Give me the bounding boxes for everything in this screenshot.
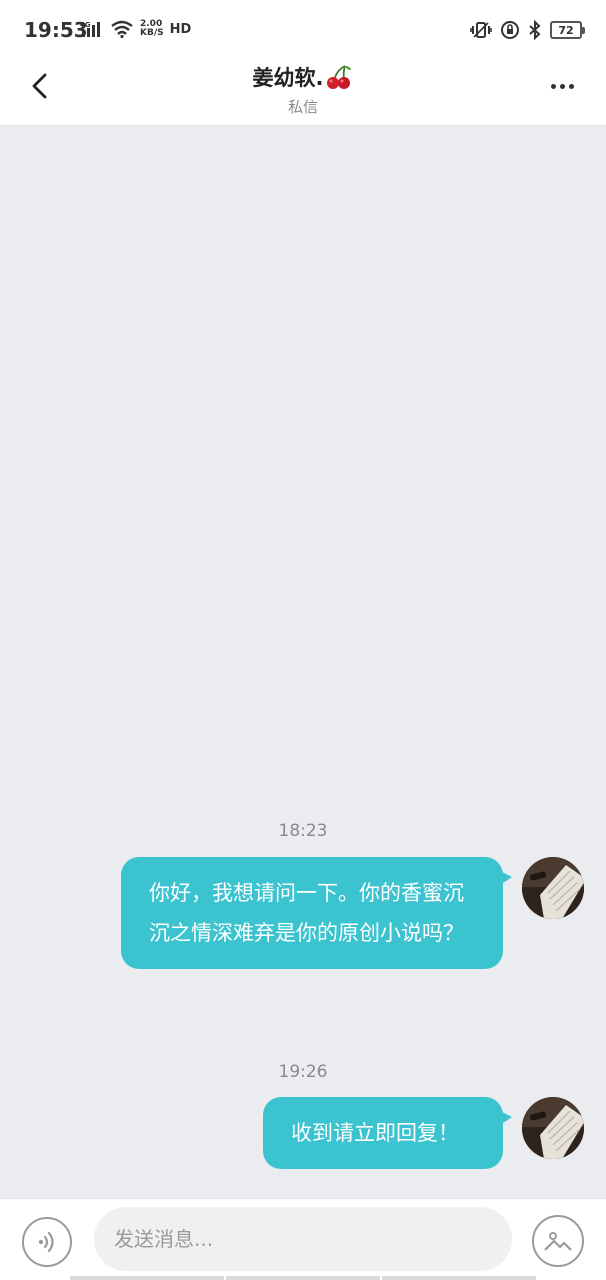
- message-text: 你好，我想请问一下。你的香蜜沉沉之情深难弃是你的原创小说吗？: [149, 881, 464, 945]
- keyboard-hint-bar: [70, 1276, 536, 1280]
- network-speed: 2.00 KB/S: [140, 20, 164, 38]
- more-button[interactable]: [542, 66, 582, 106]
- chat-subtitle: 私信: [287, 98, 318, 116]
- hint-segment: [382, 1276, 536, 1280]
- message-bubble-outgoing[interactable]: 收到请立即回复！: [263, 1097, 512, 1169]
- avatar-image: [522, 1097, 584, 1159]
- message-list[interactable]: 18:23 你好，我想请问一下。你的香蜜沉沉之情深难弃是你的原创小说吗？ 19:…: [0, 127, 606, 1197]
- chat-title-text: 姜幼软.: [252, 66, 324, 90]
- battery-icon: 72: [550, 21, 585, 39]
- chat-header: 姜幼软. 私信: [0, 62, 606, 126]
- more-dot: [568, 83, 574, 89]
- title-wrap: 姜幼软. 私信: [0, 62, 606, 117]
- speed-unit: KB/S: [140, 28, 164, 38]
- voice-icon: [38, 1231, 54, 1253]
- status-time: 19:53: [24, 18, 88, 42]
- svg-text:4G: 4G: [80, 21, 91, 29]
- chat-title: 姜幼软.: [253, 62, 354, 92]
- more-dot: [559, 83, 565, 89]
- input-bar: [0, 1198, 606, 1280]
- avatar[interactable]: [522, 857, 584, 919]
- image-button[interactable]: [532, 1215, 584, 1267]
- message-input[interactable]: [94, 1207, 512, 1271]
- signal-icon: 4G: [80, 21, 100, 37]
- message-bubble-outgoing[interactable]: 你好，我想请问一下。你的香蜜沉沉之情深难弃是你的原创小说吗？: [121, 857, 512, 969]
- message-timestamp: 18:23: [278, 821, 328, 841]
- vibrate-icon: [470, 22, 492, 38]
- hint-segment: [226, 1276, 380, 1280]
- more-dot: [550, 83, 556, 89]
- hd-label: HD: [169, 21, 192, 37]
- voice-button[interactable]: [22, 1217, 72, 1267]
- rotation-lock-icon: [501, 21, 519, 39]
- image-icon: [544, 1232, 572, 1251]
- status-left-icons: 4G 2.00 KB/S HD: [80, 20, 191, 38]
- message-timestamp: 19:26: [278, 1062, 328, 1082]
- hint-segment: [70, 1276, 224, 1280]
- wifi-icon: [111, 20, 133, 38]
- avatar-image: [522, 857, 584, 919]
- avatar[interactable]: [522, 1097, 584, 1159]
- status-bar: 19:53 4G 2.00 KB/S HD 72: [0, 0, 606, 62]
- message-text: 收到请立即回复！: [291, 1121, 459, 1145]
- cherry-icon: [327, 65, 352, 89]
- status-right-icons: 72: [470, 20, 585, 40]
- bluetooth-icon: [529, 20, 541, 40]
